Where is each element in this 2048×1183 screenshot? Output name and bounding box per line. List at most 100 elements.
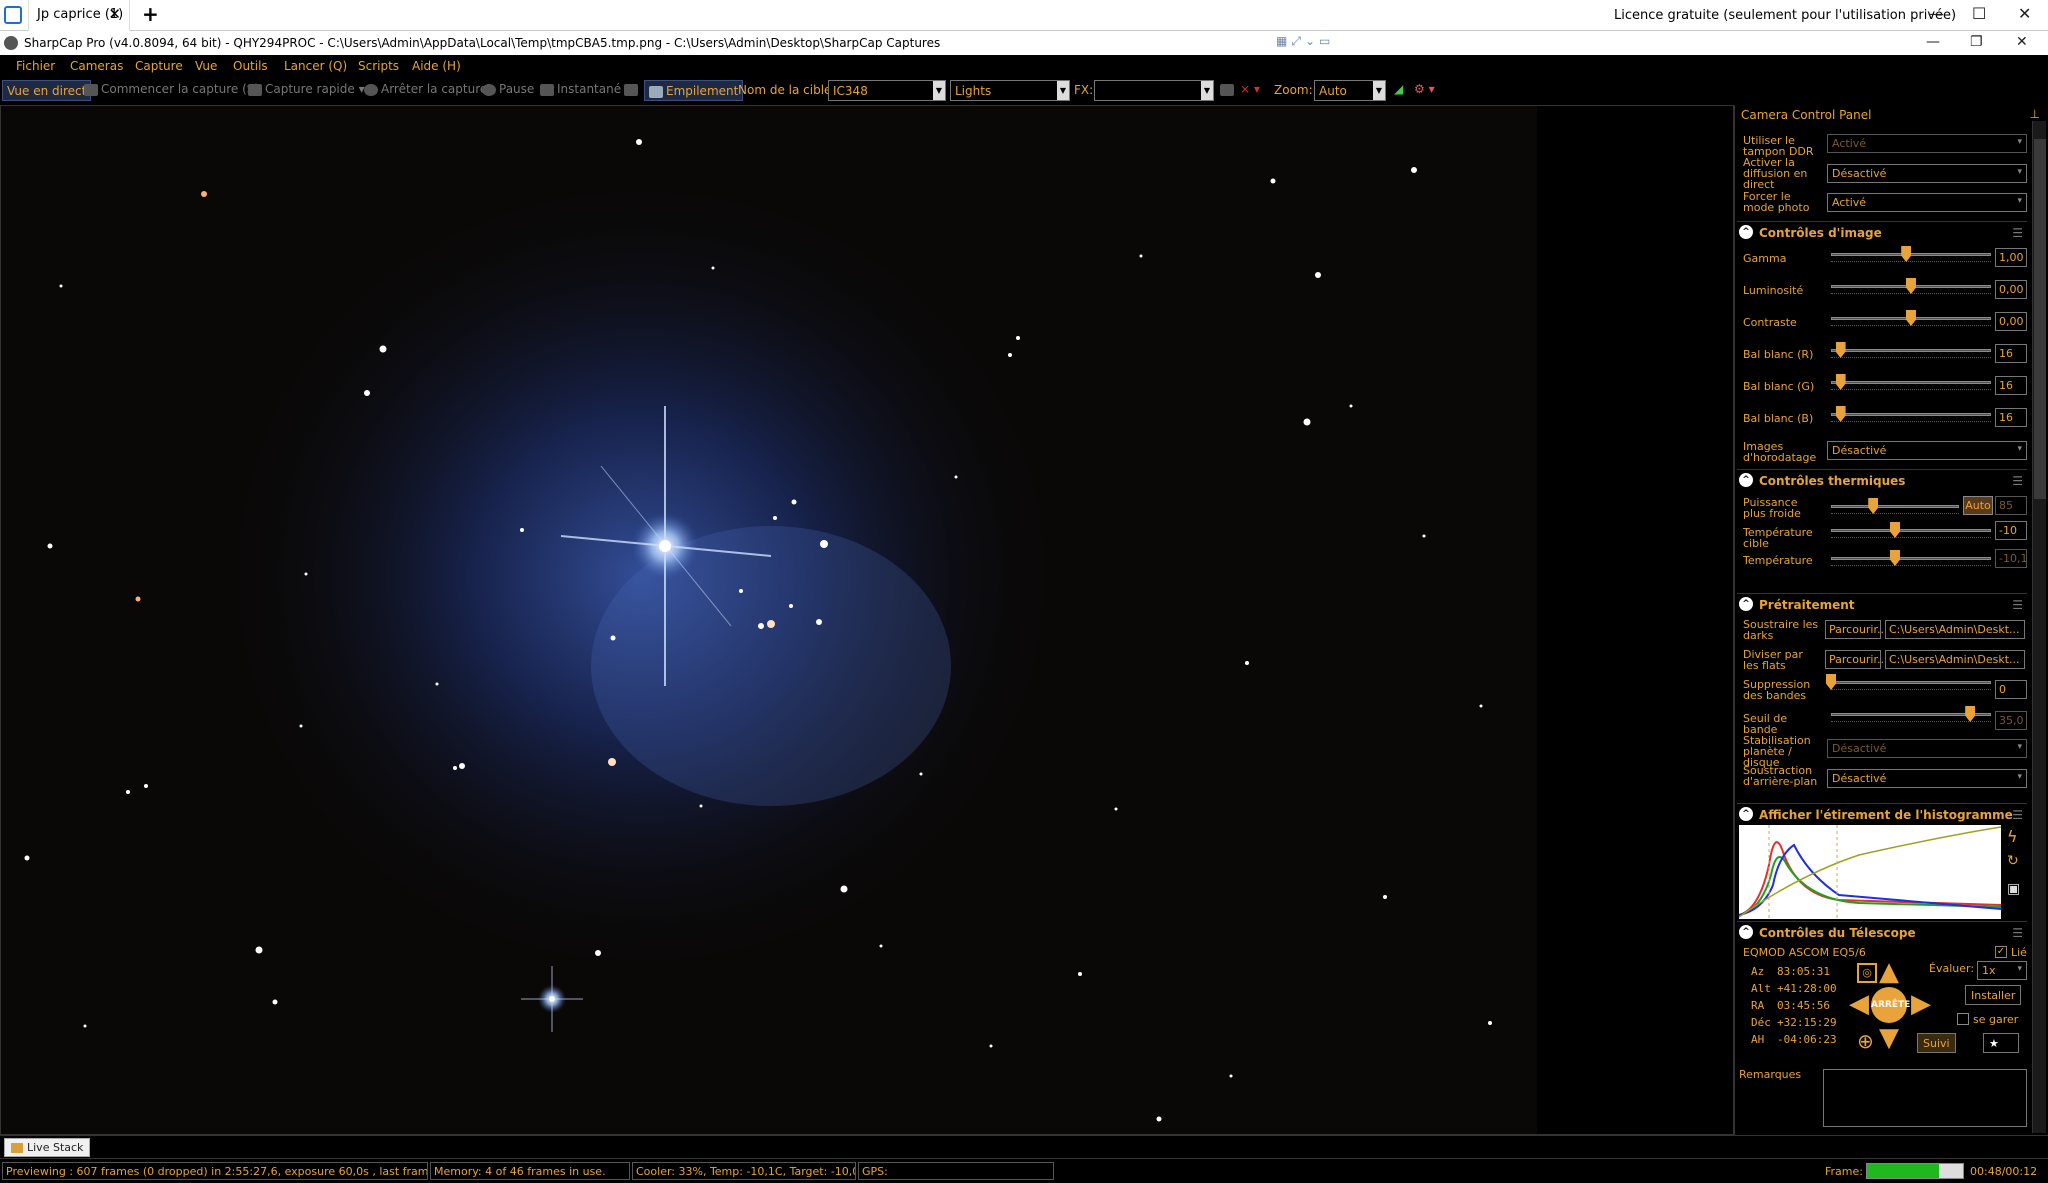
flats-browse-button[interactable]: Parcourir... xyxy=(1825,650,1888,669)
chevron-down-icon[interactable]: ▼ xyxy=(1201,81,1213,100)
menu-icon[interactable]: ☰ xyxy=(2012,926,2023,940)
image-slider-value[interactable]: 1,00 xyxy=(1995,248,2027,267)
histogram-icon[interactable]: ◢ xyxy=(1394,82,1403,96)
menu-fichier[interactable]: Fichier xyxy=(16,59,55,73)
live-stack-tab[interactable]: Live Stack xyxy=(4,1138,91,1157)
collapse-icon[interactable]: ^ xyxy=(1739,473,1753,487)
frame-type-select[interactable]: Lights ▼ xyxy=(950,80,1070,101)
darks-browse-button[interactable]: Parcourir... xyxy=(1825,620,1888,639)
snapshot-button[interactable]: Instantané xyxy=(540,82,621,96)
menu-icon[interactable]: ☰ xyxy=(2012,226,2023,240)
collapse-icon[interactable]: ^ xyxy=(1739,925,1753,939)
menu-icon[interactable]: ☰ xyxy=(2012,598,2023,612)
maximize-icon[interactable]: ☐ xyxy=(1972,4,1986,23)
panel-scrollbar[interactable] xyxy=(2032,121,2046,1133)
force-photo-select[interactable]: Activé ▾ xyxy=(1827,193,2027,212)
banding-slider[interactable] xyxy=(1831,681,1991,684)
south-arrow-icon[interactable]: ▼ xyxy=(1875,1025,1903,1051)
menu-aide[interactable]: Aide (H) xyxy=(412,59,461,73)
stop-mount-button[interactable]: ARRÊTE xyxy=(1871,987,1910,1023)
grid-icon[interactable] xyxy=(1220,82,1237,96)
save-icon[interactable]: ▣ xyxy=(2007,881,2020,897)
close-icon[interactable]: ✕ xyxy=(108,5,121,23)
target-temp-value[interactable]: -10 xyxy=(1995,521,2027,540)
flats-path-select[interactable]: C:\Users\Admin\Deskt... xyxy=(1885,650,2025,669)
menu-outils[interactable]: Outils xyxy=(233,59,268,73)
live-view-button[interactable]: Vue en direct xyxy=(2,80,92,101)
linked-checkbox[interactable]: ✓ xyxy=(1995,946,2007,958)
histogram-header[interactable]: ^ Afficher l'étirement de l'histogramme … xyxy=(1737,803,2027,823)
image-controls-header[interactable]: ^ Contrôles d'image ☰ xyxy=(1737,221,2027,241)
menu-vue[interactable]: Vue xyxy=(195,59,217,73)
stacking-button[interactable]: Empilement xyxy=(644,80,744,101)
pin-icon[interactable]: ⊥ xyxy=(2030,107,2040,121)
ddr-buffer-select[interactable]: Activé ▾ xyxy=(1827,134,2027,153)
app-restore-icon[interactable]: ❐ xyxy=(1970,34,1983,50)
minimize-icon[interactable]: — xyxy=(1928,4,1944,23)
cooler-power-value[interactable]: 85 xyxy=(1995,496,2027,515)
chevron-down-icon[interactable]: ▼ xyxy=(933,81,945,100)
image-slider-value[interactable]: 0,00 xyxy=(1995,312,2027,331)
auto-stretch-icon[interactable]: ϟ xyxy=(2007,827,2018,846)
rate-select[interactable]: 1x ▾ xyxy=(1977,961,2027,980)
live-view-image[interactable] xyxy=(0,105,1734,1135)
cooler-slider[interactable] xyxy=(1831,505,1959,508)
setup-mount-button[interactable]: Installer xyxy=(1965,985,2022,1005)
add-tab-icon[interactable]: + xyxy=(142,2,159,26)
chevron-down-icon[interactable]: ▼ xyxy=(1373,81,1385,100)
menu-icon[interactable]: ☰ xyxy=(2012,474,2023,488)
east-arrow-icon[interactable]: ▶ xyxy=(1907,991,1935,1017)
park-checkbox[interactable] xyxy=(1957,1013,1969,1025)
menu-scripts[interactable]: Scripts xyxy=(358,59,399,73)
remote-session-tab[interactable]: Jp caprice (1) ✕ xyxy=(28,0,130,31)
histogram-display[interactable] xyxy=(1738,825,2002,919)
image-slider[interactable] xyxy=(1831,349,1991,352)
tool-icon[interactable] xyxy=(624,82,641,96)
collapse-icon[interactable]: ^ xyxy=(1739,807,1753,821)
preprocessing-header[interactable]: ^ Prétraitement ☰ xyxy=(1737,593,2027,613)
tracking-button[interactable]: Suivi xyxy=(1917,1033,1956,1053)
star-bookmark-button[interactable]: ★ xyxy=(1983,1033,2019,1053)
remote-toolbar-icons[interactable]: ▦⤢⌄▭ xyxy=(1276,34,1346,52)
reticle-icon[interactable]: ⨯ ▾ xyxy=(1240,82,1260,96)
scrollbar-thumb[interactable] xyxy=(2034,139,2046,499)
menu-icon[interactable]: ☰ xyxy=(2012,808,2023,822)
pause-button[interactable]: Pause xyxy=(482,82,534,96)
timestamp-select[interactable]: Désactivé ▾ xyxy=(1827,441,2027,460)
zoom-select[interactable]: Auto ▼ xyxy=(1314,80,1386,101)
bg-subtraction-select[interactable]: Désactivé ▾ xyxy=(1827,769,2027,788)
spiral-search-icon[interactable]: ◎ xyxy=(1857,963,1877,983)
menu-capture[interactable]: Capture xyxy=(135,59,183,73)
home-target-icon[interactable]: ⊕ xyxy=(1857,1029,1874,1053)
image-slider-value[interactable]: 16 xyxy=(1995,408,2027,427)
image-slider[interactable] xyxy=(1831,381,1991,384)
north-arrow-icon[interactable]: ▲ xyxy=(1875,959,1903,985)
image-slider-value[interactable]: 16 xyxy=(1995,376,2027,395)
live-streaming-select[interactable]: Désactivé ▾ xyxy=(1827,164,2027,183)
image-slider-value[interactable]: 0,00 xyxy=(1995,280,2027,299)
telescope-header[interactable]: ^ Contrôles du Télescope ☰ xyxy=(1737,921,2027,941)
west-arrow-icon[interactable]: ◀ xyxy=(1845,991,1873,1017)
settings-gear-icon[interactable]: ⚙ ▾ xyxy=(1414,82,1435,96)
close-window-icon[interactable]: ✕ xyxy=(2018,4,2031,23)
cooler-auto-button[interactable]: Auto xyxy=(1963,496,1993,515)
image-slider[interactable] xyxy=(1831,413,1991,416)
target-name-field[interactable]: IC348 ▼ xyxy=(828,80,946,101)
chevron-down-icon[interactable]: ▼ xyxy=(1057,81,1069,100)
collapse-icon[interactable]: ^ xyxy=(1739,225,1753,239)
app-minimize-icon[interactable]: — xyxy=(1926,34,1940,50)
target-temp-slider[interactable] xyxy=(1831,529,1991,532)
menu-cameras[interactable]: Cameras xyxy=(70,59,123,73)
darks-path-select[interactable]: C:\Users\Admin\Deskt... xyxy=(1885,620,2025,639)
app-close-icon[interactable]: ✕ xyxy=(2016,34,2028,50)
start-capture-button[interactable]: Commencer la capture (S) xyxy=(84,82,259,96)
collapse-icon[interactable]: ^ xyxy=(1739,597,1753,611)
menu-lancer[interactable]: Lancer (Q) xyxy=(284,59,347,73)
banding-value[interactable]: 0 xyxy=(1995,680,2027,699)
reset-icon[interactable]: ↻ xyxy=(2007,853,2019,869)
band-threshold-value[interactable]: 35,0 xyxy=(1995,711,2027,730)
thermal-header[interactable]: ^ Contrôles thermiques ☰ xyxy=(1737,469,2027,489)
stop-capture-button[interactable]: Arrêter la capture xyxy=(364,82,487,96)
quick-capture-button[interactable]: Capture rapide ▾ xyxy=(248,82,365,96)
notes-textarea[interactable] xyxy=(1823,1069,2027,1127)
